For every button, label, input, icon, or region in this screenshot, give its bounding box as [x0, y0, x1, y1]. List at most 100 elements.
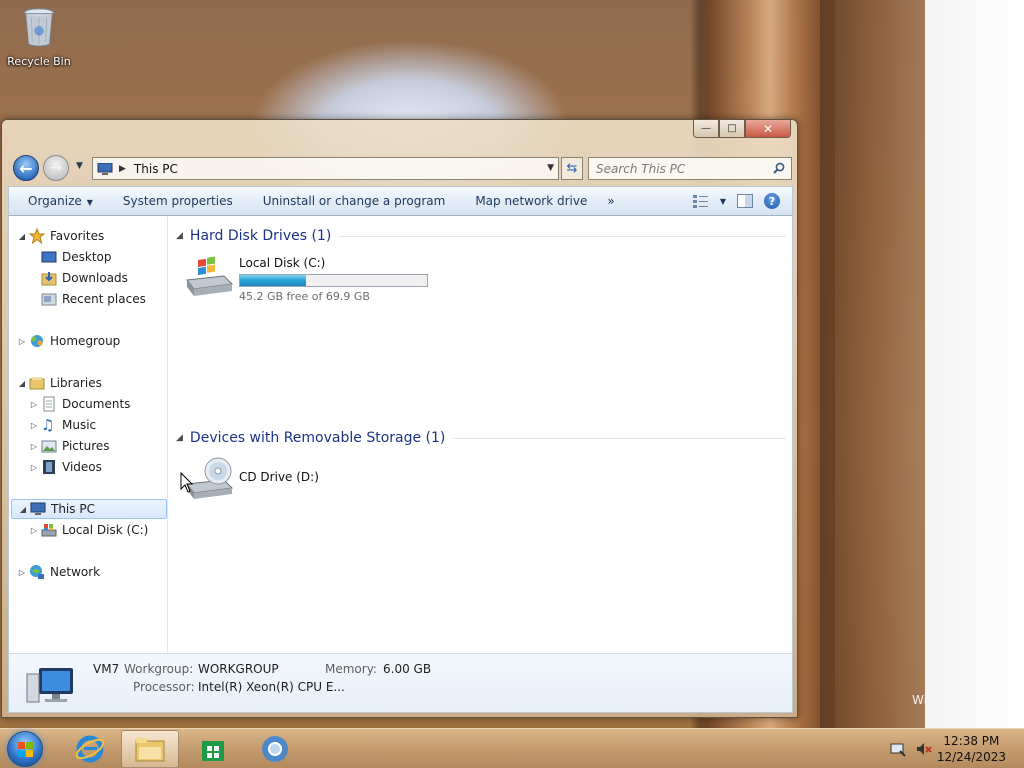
- tree-item-libraries[interactable]: ◢ Libraries: [17, 373, 102, 393]
- expanded-arrow-icon[interactable]: ◢: [18, 505, 28, 514]
- refresh-button[interactable]: ⇆: [561, 157, 583, 180]
- command-bar: Organize ▼ System properties Uninstall or…: [8, 186, 793, 216]
- address-dropdown-icon[interactable]: ▼: [547, 163, 554, 173]
- collapse-group-icon[interactable]: ◢: [176, 433, 183, 443]
- organize-menu[interactable]: Organize ▼: [9, 194, 108, 208]
- map-network-drive-button[interactable]: Map network drive: [460, 194, 602, 208]
- drive-info: Local Disk (C:) 45.2 GB free of 69.9 GB: [239, 254, 428, 303]
- back-button[interactable]: ←: [13, 155, 39, 181]
- tree-label-documents: Documents: [62, 397, 131, 411]
- breadcrumb-separator-icon[interactable]: ▶: [119, 164, 126, 174]
- tree-item-recent-places[interactable]: Recent places: [29, 289, 146, 309]
- memory-label: Memory:: [325, 662, 377, 676]
- tree-label-pictures: Pictures: [62, 439, 110, 453]
- tree-label-videos: Videos: [62, 460, 102, 474]
- computer-icon: [30, 502, 46, 515]
- minimize-button[interactable]: —: [693, 120, 719, 138]
- downloads-folder-icon: [41, 272, 57, 286]
- drive-name-c: Local Disk (C:): [239, 256, 326, 270]
- collapsed-arrow-icon[interactable]: ▷: [29, 463, 39, 472]
- change-view-icon[interactable]: [692, 192, 710, 210]
- uninstall-program-button[interactable]: Uninstall or change a program: [248, 194, 461, 208]
- background-wall: [925, 0, 1024, 728]
- recycle-bin-label: Recycle Bin: [7, 55, 71, 68]
- workgroup-value: WORKGROUP: [198, 662, 279, 676]
- recycle-bin-desktop-icon[interactable]: Recycle Bin: [6, 6, 72, 68]
- group-header-removable-storage[interactable]: ◢ Devices with Removable Storage (1): [176, 430, 786, 446]
- tree-item-favorites[interactable]: ◢ Favorites: [17, 226, 104, 246]
- tree-item-desktop[interactable]: Desktop: [29, 247, 112, 267]
- drive-item-cd-drive-d[interactable]: CD Drive (D:): [184, 456, 319, 500]
- refresh-icon: ⇆: [566, 161, 578, 176]
- system-clock[interactable]: 12:38 PM 12/24/2023: [937, 733, 1006, 765]
- tree-item-homegroup[interactable]: ▷ Homegroup: [17, 331, 120, 351]
- search-icon[interactable]: [773, 162, 785, 174]
- taskbar-file-explorer[interactable]: [121, 730, 179, 768]
- collapsed-arrow-icon[interactable]: ▷: [29, 421, 39, 430]
- group-divider: [453, 437, 786, 439]
- explorer-window[interactable]: — □ ✕ ← → ▼ ▶ This PC ▼ ⇆ Organize ▼ Syst…: [1, 119, 798, 718]
- taskbar-internet-explorer[interactable]: [61, 730, 119, 768]
- activation-watermark: Wi: [912, 693, 927, 707]
- action-center-icon[interactable]: [890, 741, 906, 757]
- close-button[interactable]: ✕: [745, 120, 791, 138]
- processor-value: Intel(R) Xeon(R) CPU E...: [198, 680, 345, 694]
- back-arrow-icon: ←: [19, 158, 33, 178]
- tree-label-homegroup: Homegroup: [50, 334, 121, 348]
- collapsed-arrow-icon[interactable]: ▷: [29, 442, 39, 451]
- collapsed-arrow-icon[interactable]: ▷: [29, 526, 39, 535]
- taskbar-chrome[interactable]: [246, 730, 304, 768]
- tree-item-network[interactable]: ▷ Network: [17, 562, 100, 582]
- tree-item-music[interactable]: ▷ ♫ Music: [29, 415, 96, 435]
- view-options-dropdown-icon[interactable]: ▼: [720, 197, 726, 206]
- preview-pane-icon[interactable]: [736, 192, 754, 210]
- search-input[interactable]: [588, 157, 792, 180]
- computer-monitor-icon: [26, 668, 73, 703]
- store-bag-icon: [202, 741, 224, 761]
- system-properties-button[interactable]: System properties: [108, 194, 248, 208]
- collapsed-arrow-icon[interactable]: ▷: [17, 337, 27, 346]
- browser-icon: [262, 736, 288, 762]
- collapse-group-icon[interactable]: ◢: [176, 231, 183, 241]
- chevron-down-icon: ▼: [86, 198, 93, 207]
- more-commands-button[interactable]: »: [607, 194, 614, 208]
- volume-muted-icon[interactable]: [916, 741, 932, 757]
- help-icon[interactable]: ?: [764, 193, 780, 209]
- tree-item-videos[interactable]: ▷ Videos: [29, 457, 102, 477]
- tree-item-downloads[interactable]: Downloads: [29, 268, 128, 288]
- clock-time: 12:38 PM: [943, 734, 1000, 748]
- recycle-bin-icon: [24, 8, 54, 47]
- group-header-hard-disk-drives[interactable]: ◢ Hard Disk Drives (1): [176, 228, 786, 244]
- collapsed-arrow-icon[interactable]: ▷: [29, 400, 39, 409]
- network-icon: [30, 565, 44, 579]
- tree-item-this-pc[interactable]: ◢ This PC: [11, 499, 167, 519]
- folder-icon: [135, 738, 165, 762]
- address-bar[interactable]: ▶ This PC ▼: [92, 157, 559, 180]
- windows-hard-drive-icon: [186, 256, 234, 296]
- tree-label-network: Network: [50, 565, 101, 579]
- tree-item-pictures[interactable]: ▷ Pictures: [29, 436, 110, 456]
- star-icon: [29, 228, 45, 244]
- taskbar-store[interactable]: [184, 730, 242, 768]
- mouse-cursor-icon: [180, 472, 194, 493]
- expanded-arrow-icon[interactable]: ◢: [17, 379, 27, 388]
- organize-label: Organize: [28, 194, 82, 208]
- disk-usage-fill: [240, 275, 306, 286]
- desktop-folder-icon: [41, 251, 57, 263]
- computer-icon: [97, 162, 113, 175]
- drive-name-d: CD Drive (D:): [239, 470, 319, 484]
- taskbar: 12:38 PM 12/24/2023: [0, 728, 1024, 768]
- documents-icon: [43, 396, 55, 412]
- content-pane: ◢ Hard Disk Drives (1) Local Disk (C:) 4…: [168, 216, 793, 653]
- workgroup-label: Workgroup:: [124, 662, 194, 676]
- drive-item-local-disk-c[interactable]: Local Disk (C:) 45.2 GB free of 69.9 GB: [184, 254, 428, 303]
- recent-pages-dropdown[interactable]: ▼: [76, 161, 83, 171]
- collapsed-arrow-icon[interactable]: ▷: [17, 568, 27, 577]
- breadcrumb-this-pc[interactable]: This PC: [134, 162, 178, 176]
- maximize-button[interactable]: □: [719, 120, 745, 138]
- start-button[interactable]: [7, 731, 43, 767]
- tree-item-documents[interactable]: ▷ Documents: [29, 394, 130, 414]
- tree-item-local-disk[interactable]: ▷ Local Disk (C:): [29, 520, 148, 540]
- forward-button[interactable]: →: [43, 155, 69, 181]
- expanded-arrow-icon[interactable]: ◢: [17, 232, 27, 241]
